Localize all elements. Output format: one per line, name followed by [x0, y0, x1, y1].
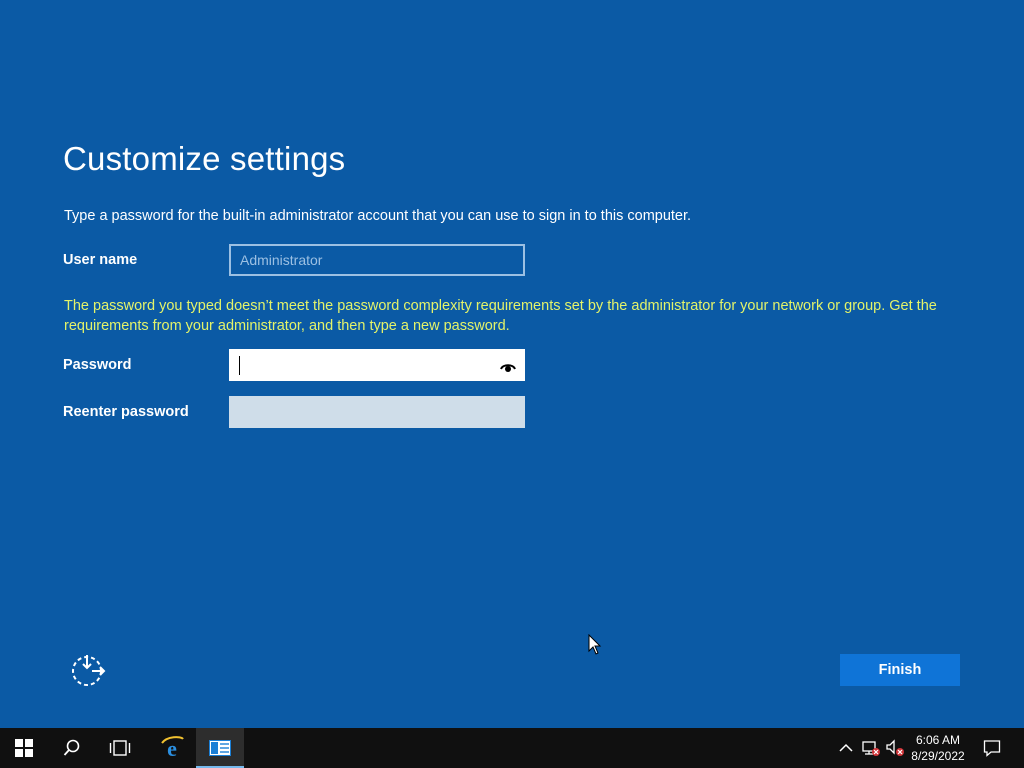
page-title: Customize settings	[63, 140, 346, 177]
show-hidden-icons-chevron[interactable]	[836, 738, 856, 758]
ease-of-access-icon[interactable]	[68, 652, 106, 690]
password-label: Password	[63, 357, 132, 373]
mouse-pointer-icon	[588, 633, 602, 656]
username-field[interactable]: Administrator	[229, 244, 525, 276]
volume-muted-icon[interactable]	[885, 738, 905, 758]
svg-text:e: e	[167, 736, 177, 761]
reveal-password-icon[interactable]	[500, 360, 516, 372]
server-setup-app-icon[interactable]	[196, 728, 244, 768]
username-label: User name	[63, 252, 138, 268]
setup-screen: Customize settings Type a password for t…	[0, 0, 1024, 728]
text-caret	[239, 356, 240, 375]
taskbar-clock[interactable]: 6:06 AM 8/29/2022	[906, 732, 970, 764]
network-disconnected-icon[interactable]	[861, 738, 881, 758]
password-field[interactable]	[229, 349, 525, 381]
clock-date: 8/29/2022	[911, 749, 965, 763]
internet-explorer-icon[interactable]: e	[148, 728, 196, 768]
intro-text: Type a password for the built-in adminis…	[64, 208, 692, 224]
reenter-password-label: Reenter password	[63, 404, 189, 420]
clock-time: 6:06 AM	[915, 733, 961, 747]
action-center-icon[interactable]	[982, 738, 1002, 758]
start-icon[interactable]	[0, 728, 48, 768]
finish-button[interactable]: Finish	[840, 654, 960, 686]
task-view-icon[interactable]	[96, 728, 144, 768]
search-icon[interactable]	[48, 728, 96, 768]
taskbar: e 6:06 AM 8/29/2022	[0, 728, 1024, 768]
reenter-password-field[interactable]	[229, 396, 525, 428]
password-complexity-warning: The password you typed doesn’t meet the …	[64, 298, 937, 334]
